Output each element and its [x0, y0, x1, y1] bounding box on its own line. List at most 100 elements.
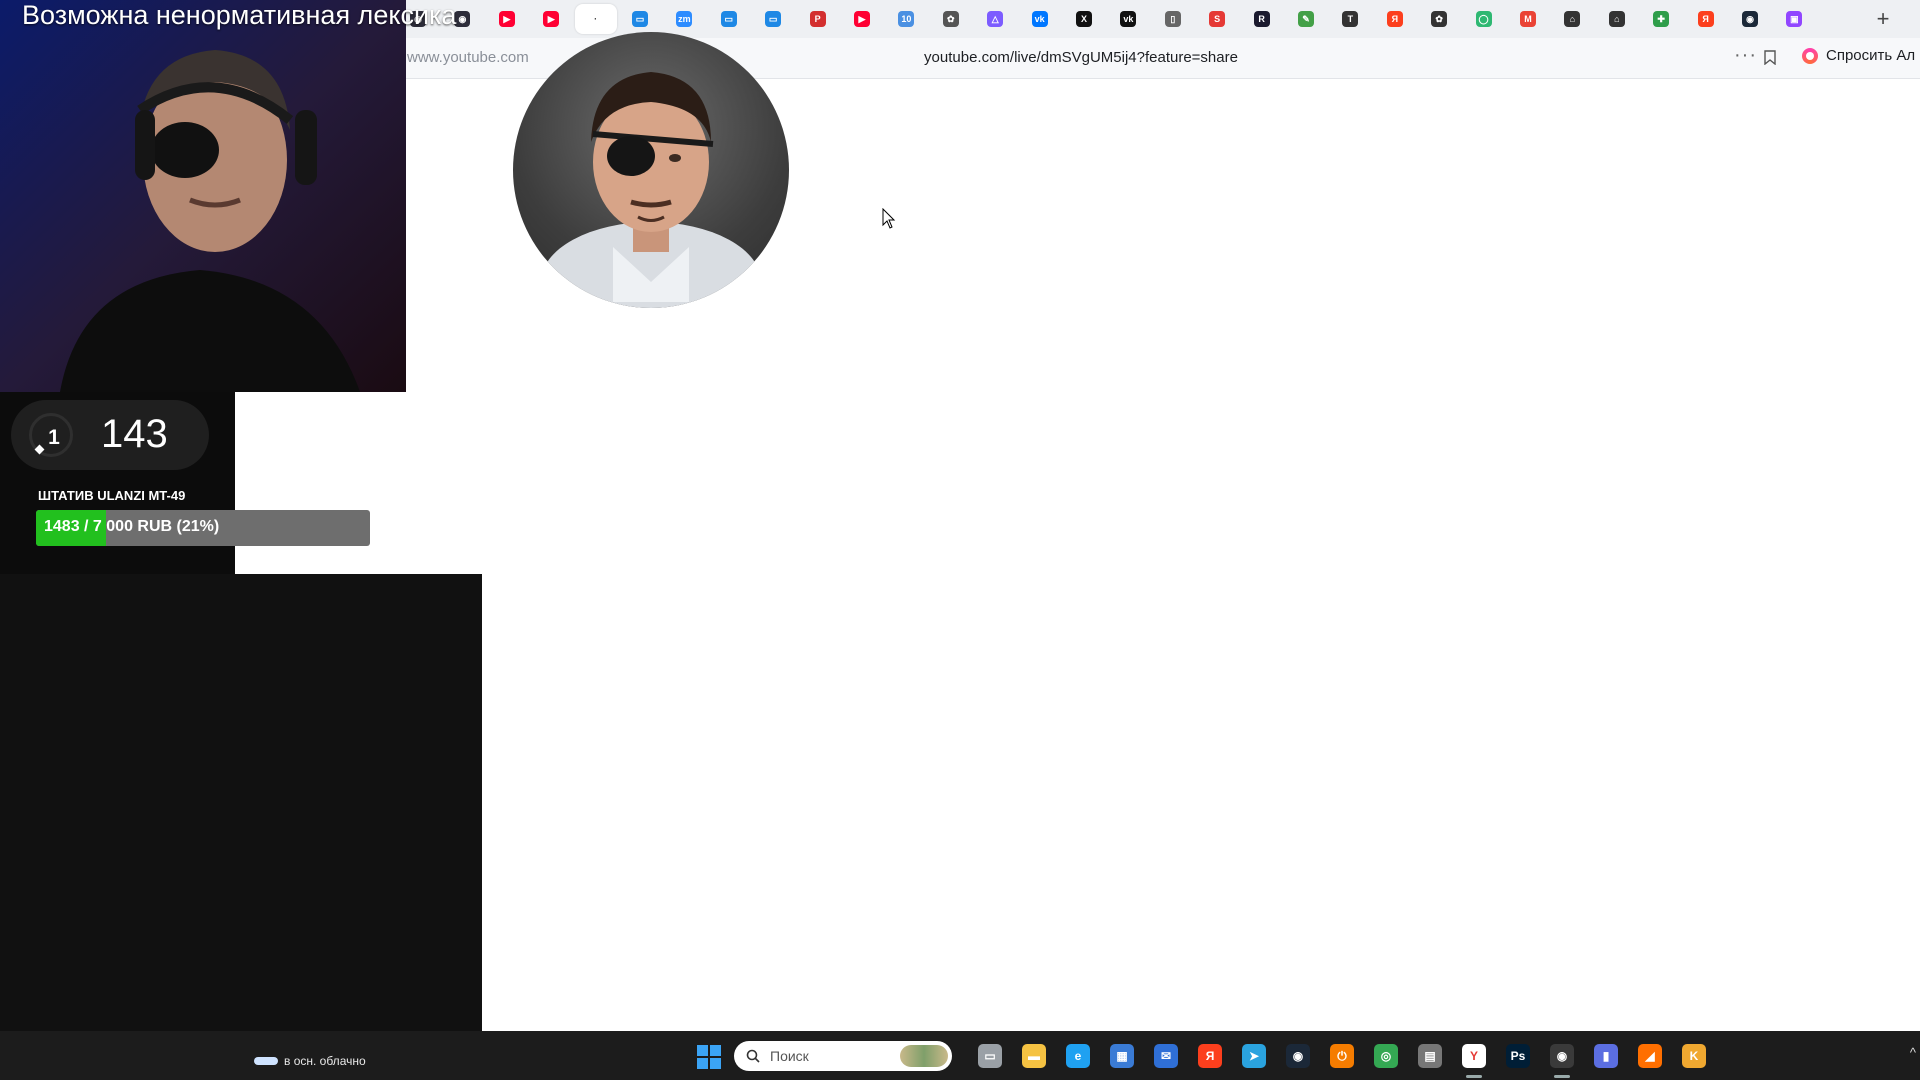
calendar-icon: 10 [898, 11, 915, 27]
browser-tab[interactable]: ▭ [619, 4, 661, 34]
browser-tab[interactable]: ▶ [841, 4, 883, 34]
mail-icon[interactable]: ✉ [1154, 1044, 1178, 1068]
x-icon: X [1076, 11, 1092, 27]
video-placeholder [0, 574, 482, 1055]
browser-tab[interactable]: ◯ [1463, 4, 1505, 34]
browser-tab[interactable]: S [1196, 4, 1238, 34]
browser-tab[interactable]: ⌂ [1596, 4, 1638, 34]
browser-tab[interactable]: ✿ [1418, 4, 1460, 34]
kotlin-icon[interactable]: K [1682, 1044, 1706, 1068]
browser-tab[interactable]: T [1329, 4, 1371, 34]
search-highlight-image [900, 1045, 948, 1067]
s-icon: S [1209, 11, 1226, 27]
browser-tab[interactable]: ✎ [1285, 4, 1327, 34]
counter-widget: 1 143 ШТАТИВ ULANZI MT-49 1483 / 7 000 R… [0, 392, 370, 574]
yandex-icon: Я [1697, 11, 1714, 27]
vk-icon: vk [1031, 11, 1048, 27]
sublime-icon[interactable]: ◢ [1638, 1044, 1662, 1068]
steam-icon: ◉ [1742, 11, 1758, 27]
browser-tab[interactable]: P [797, 4, 839, 34]
stats-icon[interactable]: ▮ [1594, 1044, 1618, 1068]
browser-tab[interactable]: M [1507, 4, 1549, 34]
browser-tab[interactable]: ▶ [530, 4, 572, 34]
openai-icon: ✿ [1431, 11, 1448, 27]
openai-icon: ✿ [942, 11, 959, 27]
printer-icon[interactable]: ▤ [1418, 1044, 1442, 1068]
puzzle-icon: ✎ [1298, 11, 1314, 27]
gmail-icon: M [1520, 11, 1536, 27]
edge-icon[interactable]: e [1066, 1044, 1090, 1068]
ask-alice-label: Спросить Ал [1826, 47, 1916, 64]
vk-icon: vk [1120, 11, 1137, 27]
more-options-icon[interactable]: ··· [1734, 44, 1757, 67]
browser-tab[interactable]: ▶ [486, 4, 528, 34]
tray-overflow-icon[interactable]: ^ [1910, 1045, 1916, 1060]
browser-tab[interactable]: ▯ [1152, 4, 1194, 34]
chat-icon: ▭ [765, 11, 782, 27]
chat-icon: ▭ [632, 11, 648, 27]
triangle-icon: △ [987, 11, 1004, 27]
ask-alice-button[interactable]: Спросить Ал [1802, 47, 1915, 64]
obs-icon[interactable]: ◉ [1550, 1044, 1574, 1078]
chrome-icon[interactable]: ◎ [1374, 1044, 1398, 1068]
counter-pill: 1 143 [11, 400, 209, 470]
house-icon: ⌂ [1564, 11, 1581, 27]
yandex-browser-icon[interactable]: Y [1462, 1044, 1486, 1078]
counter-big-value: 143 [101, 412, 168, 456]
new-tab-button[interactable]: + [1872, 8, 1894, 30]
content-warning: Возможна ненормативная лексика [22, 0, 457, 30]
browser-tab[interactable]: zm [663, 4, 705, 34]
browser-tab[interactable]: R [1241, 4, 1283, 34]
browser-tab[interactable]: · [574, 4, 617, 34]
weather-widget[interactable]: в осн. облачно [254, 1054, 366, 1068]
browser-tab[interactable]: Я [1685, 4, 1727, 34]
cloud-icon [254, 1057, 278, 1065]
zoom-icon: zm [676, 11, 693, 27]
blank-tab-icon: · [587, 11, 604, 27]
task-view-icon[interactable]: ▭ [978, 1044, 1002, 1068]
youtube-icon: ▶ [854, 11, 870, 27]
youtube-icon: ▶ [543, 11, 560, 27]
house-icon: ⌂ [1608, 11, 1625, 27]
browser-tab[interactable]: ⌂ [1551, 4, 1593, 34]
browser-tab[interactable]: vk [1019, 4, 1061, 34]
browser-tab[interactable]: ▭ [708, 4, 750, 34]
t-icon: T [1342, 11, 1359, 27]
yandex-icon: Я [1386, 11, 1403, 27]
browser-tab[interactable]: ✚ [1640, 4, 1682, 34]
steam-icon[interactable]: ◉ [1286, 1044, 1310, 1068]
browser-tab[interactable]: vk [1107, 4, 1149, 34]
browser-tab[interactable]: ✿ [930, 4, 972, 34]
mouse-cursor-icon [882, 208, 896, 229]
search-icon [746, 1049, 760, 1063]
browser-tab[interactable]: △ [974, 4, 1016, 34]
browser-tab[interactable]: ▣ [1773, 4, 1815, 34]
power-icon[interactable]: ⏻ [1330, 1044, 1354, 1068]
photoshop-icon[interactable]: Ps [1506, 1044, 1530, 1068]
telegram-icon[interactable]: ➤ [1242, 1044, 1266, 1068]
chat-icon: ▭ [720, 11, 737, 27]
alice-icon [1802, 47, 1818, 64]
youtube-icon: ▶ [498, 11, 515, 27]
bookmark-icon[interactable] [1764, 50, 1776, 65]
taskbar-search-box[interactable]: Поиск [734, 1041, 952, 1071]
counter-ring-icon: 1 [29, 413, 73, 457]
channel-avatar [513, 32, 789, 308]
donation-goal-title: ШТАТИВ ULANZI MT-49 [38, 488, 186, 503]
file-explorer-icon[interactable]: ▬ [1022, 1044, 1046, 1068]
circle-icon: ◯ [1475, 11, 1492, 27]
pdf-icon: P [809, 11, 826, 27]
browser-tab[interactable]: ▭ [752, 4, 794, 34]
obs-icon: ◉ [454, 11, 471, 27]
browser-tab[interactable]: 10 [885, 4, 927, 34]
browser-tab[interactable]: ◉ [1729, 4, 1771, 34]
windows-start-icon[interactable] [697, 1045, 721, 1069]
yandex-icon[interactable]: Я [1198, 1044, 1222, 1068]
store-icon[interactable]: ▦ [1110, 1044, 1134, 1068]
twitch-icon: ▣ [1786, 11, 1803, 27]
streamer-image [0, 0, 406, 392]
browser-tab[interactable]: X [1063, 4, 1105, 34]
donation-goal-text: 1483 / 7 000 RUB (21%) [44, 518, 220, 535]
browser-tab[interactable]: Я [1374, 4, 1416, 34]
search-placeholder: Поиск [770, 1048, 809, 1064]
